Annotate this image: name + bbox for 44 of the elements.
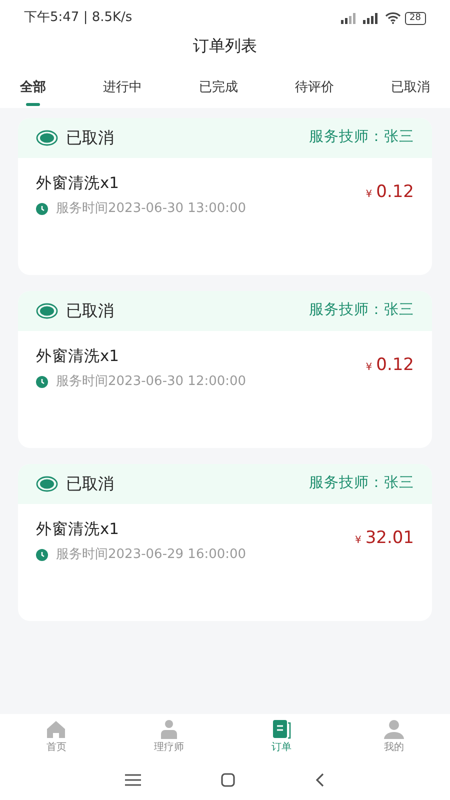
wifi-icon — [384, 12, 401, 24]
order-status: 已取消 — [66, 300, 114, 322]
nav-tab[interactable]: 首页 — [21, 718, 92, 760]
service-time: 服务时间2023-06-30 12:00:00 — [56, 372, 246, 391]
order-price: 0.12 — [376, 180, 414, 204]
clock-icon — [36, 202, 48, 214]
clock-icon — [36, 376, 48, 388]
technician-name: 服务技师：张三 — [309, 300, 414, 320]
service-name: 外窗清洗x1 — [36, 346, 120, 366]
status-dot-icon — [36, 476, 58, 492]
tab[interactable]: 全部 — [12, 72, 54, 108]
battery-icon: 28 — [404, 12, 426, 24]
home-key-icon[interactable] — [221, 773, 235, 787]
technician-name: 服务技师：张三 — [309, 128, 414, 147]
order-price: 0.12 — [376, 354, 414, 376]
nav-tab[interactable]: 我的 — [358, 718, 429, 760]
menu-icon[interactable] — [125, 774, 141, 786]
nav-tab[interactable]: 理疗师 — [134, 718, 204, 760]
nav-tab[interactable]: 订单 — [246, 718, 316, 760]
order-card[interactable]: 已取消 服务技师：张三 外窗清洗x1 服务时间2023-06-30 13:00:00 ¥ 0.12 — [18, 118, 432, 274]
order-status: 已取消 — [66, 126, 114, 148]
service-name: 外窗清洗x1 — [36, 518, 120, 540]
order-card[interactable]: 已取消 服务技师：张三 外窗清洗x1 服务时间2023-06-29 16:00:00 ¥ 32.01 — [18, 464, 432, 620]
technician-name: 服务技师：张三 — [309, 474, 414, 493]
tab[interactable]: 已完成 — [191, 72, 246, 108]
service-time: 服务时间2023-06-29 16:00:00 — [56, 546, 246, 564]
currency-symbol: ¥ — [354, 534, 362, 548]
back-icon[interactable] — [315, 773, 325, 787]
order-status: 已取消 — [66, 472, 114, 494]
currency-symbol: ¥ — [366, 188, 372, 202]
order-price: 32.01 — [365, 526, 414, 550]
clock-icon — [36, 548, 48, 560]
tab[interactable]: 已取消 — [383, 72, 438, 108]
tab[interactable]: 进行中 — [95, 72, 150, 108]
service-time: 服务时间2023-06-30 13:00:00 — [56, 200, 246, 218]
tab[interactable]: 待评价 — [287, 72, 342, 108]
order-card[interactable]: 已取消 服务技师：张三 外窗清洗x1 服务时间2023-06-30 12:00:00 ¥ 0.12 — [18, 290, 432, 448]
user-icon — [382, 718, 406, 740]
status-dot-icon — [36, 130, 58, 146]
status-dot-icon — [36, 302, 58, 318]
page-title: 订单列表 — [192, 35, 258, 57]
status-time: 下午5:47 | 8.5K/s — [24, 9, 132, 28]
service-name: 外窗清洗x1 — [36, 172, 120, 194]
currency-symbol: ¥ — [366, 360, 372, 374]
